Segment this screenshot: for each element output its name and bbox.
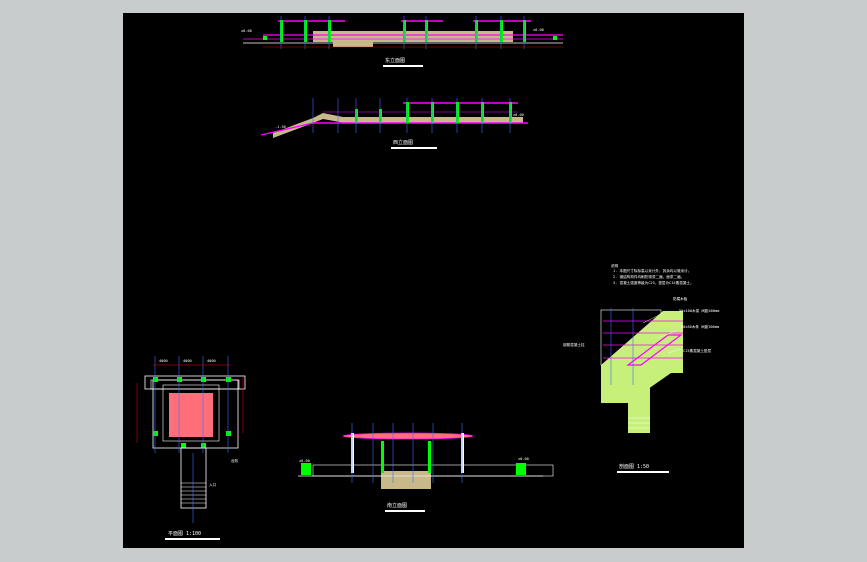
section-label-5: C15素混凝土垫层 [683,349,712,353]
caption-elevation-2: 西立面图 [393,140,414,146]
caption-elevation-1: 东立面图 [385,58,406,64]
plan-dim-2: 4000 [183,359,192,363]
level-right-1: ±0.00 [533,28,544,32]
plan-step-label: 台阶 [231,459,239,463]
caption-underline-plan [165,538,220,540]
level-left-1: ±0.00 [241,29,252,33]
plan [136,356,246,523]
elevation-3 [298,423,554,489]
section-label-2: 50x100木梁 间距400mm [679,309,720,313]
section-note-1: 1. 本图尺寸除标高以米计外，其余均以毫米计。 [613,269,692,273]
level-right-2: ±0.00 [513,113,524,117]
caption-plan: 平面图 1:100 [168,531,202,537]
section-note-3: 3. 混凝土强度等级为C25，垫层为C15素混凝土。 [613,281,694,285]
caption-elevation-3: 南立面图 [387,503,408,509]
caption-underline-2 [391,147,437,149]
section-note-2: 2. 钢结构构件均刷防锈漆二遍，面漆二遍。 [613,275,685,279]
level-left-2: -1.50 [275,125,286,129]
level-right-3: ±0.00 [518,457,529,461]
section-label-1: 防腐木板 [673,297,688,301]
level-left-3: ±0.00 [299,459,310,463]
drawing-viewport[interactable]: 东立面图 西立面图 平面图 1:100 南立面图 剖面图 1:50 ±0.00 … [123,13,744,548]
section-label-3: 50x50木条 间距300mm [681,325,720,329]
elevation-1 [243,16,563,49]
section-notes-title: 说明 [611,264,619,268]
caption-underline-section [617,471,669,473]
caption-section: 剖面图 1:50 [619,464,650,470]
elevation-2 [260,98,528,138]
section [600,308,683,433]
plan-dim-3: 4000 [207,359,216,363]
section-label-4: 钢筋混凝土柱 [563,343,585,347]
plan-dim-1: 4000 [159,359,168,363]
caption-underline-1 [383,65,423,67]
caption-underline-3 [385,510,425,512]
plan-entry-label: 入口 [209,483,217,487]
